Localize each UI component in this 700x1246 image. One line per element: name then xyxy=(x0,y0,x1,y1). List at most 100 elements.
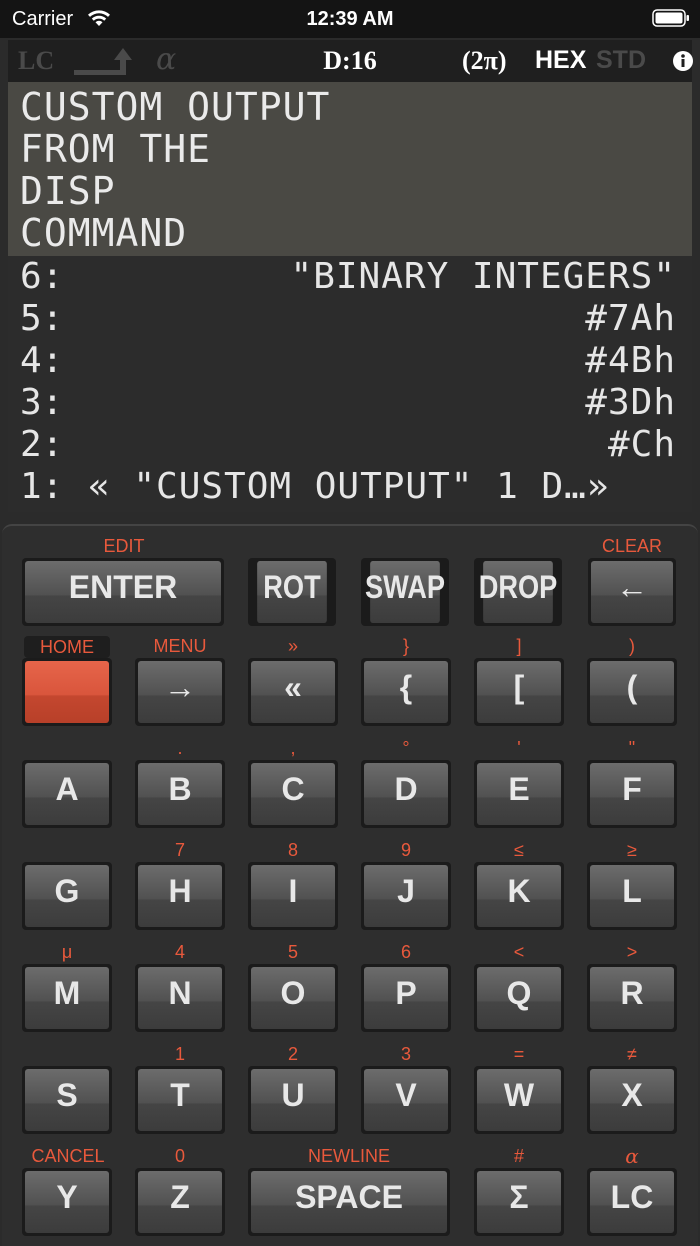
stack-row-4[interactable]: 4: #4Bh xyxy=(8,340,692,382)
shift-label-alpha: α xyxy=(625,1144,639,1168)
stack-row-6[interactable]: 6: "BINARY INTEGERS" xyxy=(8,256,692,298)
shift-label: ) xyxy=(629,636,635,656)
key-n[interactable]: N xyxy=(135,964,225,1032)
brace-key[interactable]: { xyxy=(361,658,451,726)
stack-value: #7Ah xyxy=(585,298,676,339)
key-a[interactable]: A xyxy=(22,760,112,828)
sigma-key[interactable]: Σ xyxy=(474,1168,564,1236)
shift-label-edit: EDIT xyxy=(103,536,145,556)
drop-key-label: DROP xyxy=(479,561,557,623)
key-label: P xyxy=(364,967,448,1029)
space-key[interactable]: SPACE xyxy=(248,1168,450,1236)
battery-icon xyxy=(652,9,689,27)
backspace-icon: ← xyxy=(591,561,673,623)
stack-display[interactable]: 6: "BINARY INTEGERS" 5: #7Ah 4: #4Bh 3: … xyxy=(8,256,692,512)
key-b[interactable]: B xyxy=(135,760,225,828)
key-label: Σ xyxy=(477,1171,561,1233)
shift-label: 9 xyxy=(400,840,411,860)
key-label: D xyxy=(364,763,448,825)
key-j[interactable]: J xyxy=(361,862,451,930)
key-label: X xyxy=(590,1069,674,1131)
bracket-key[interactable]: [ xyxy=(474,658,564,726)
home-shift-key[interactable] xyxy=(22,658,112,726)
key-label: T xyxy=(138,1069,222,1131)
stack-value: #Ch xyxy=(607,424,676,465)
shift-label: ≠ xyxy=(627,1044,637,1064)
key-e[interactable]: E xyxy=(474,760,564,828)
key-o[interactable]: O xyxy=(248,964,338,1032)
key-m[interactable]: M xyxy=(22,964,112,1032)
stack-row-5[interactable]: 5: #7Ah xyxy=(8,298,692,340)
shift-label: " xyxy=(628,738,636,758)
key-c[interactable]: C xyxy=(248,760,338,828)
info-icon[interactable] xyxy=(672,50,694,72)
backspace-key[interactable]: ← xyxy=(588,558,676,626)
paren-key[interactable]: ( xyxy=(587,658,677,726)
stack-row-2[interactable]: 2: #Ch xyxy=(8,424,692,466)
key-label: Q xyxy=(477,967,561,1029)
stack-level: 5: xyxy=(20,298,64,339)
program-open-key[interactable]: « xyxy=(248,658,338,726)
home-shift-key-cap xyxy=(25,661,109,723)
shift-label: 0 xyxy=(174,1146,185,1166)
key-r[interactable]: R xyxy=(587,964,677,1032)
display-mode-indicator: STD xyxy=(596,46,646,74)
shift-label: 1 xyxy=(174,1044,185,1064)
key-z[interactable]: Z xyxy=(135,1168,225,1236)
shift-label: 6 xyxy=(400,942,411,962)
key-y[interactable]: Y xyxy=(22,1168,112,1236)
digits-indicator: D:16 xyxy=(323,46,377,75)
key-label: A xyxy=(25,763,109,825)
key-s[interactable]: S xyxy=(22,1066,112,1134)
key-d[interactable]: D xyxy=(361,760,451,828)
key-t[interactable]: T xyxy=(135,1066,225,1134)
key-g[interactable]: G xyxy=(22,862,112,930)
key-label: E xyxy=(477,763,561,825)
key-label: N xyxy=(138,967,222,1029)
key-h[interactable]: H xyxy=(135,862,225,930)
key-label: [ xyxy=(477,661,561,723)
status-bar: Carrier 12:39 AM xyxy=(0,0,700,38)
key-q[interactable]: Q xyxy=(474,964,564,1032)
stack-row-1[interactable]: 1: « "CUSTOM OUTPUT" 1 D…» xyxy=(8,466,692,508)
message-line: FROM THE xyxy=(20,127,212,171)
key-l[interactable]: L xyxy=(587,862,677,930)
shift-label: » xyxy=(287,636,298,656)
stack-level: 6: xyxy=(20,256,64,297)
lowercase-key[interactable]: LC xyxy=(587,1168,677,1236)
key-k[interactable]: K xyxy=(474,862,564,930)
stack-level: 3: xyxy=(20,382,64,423)
key-w[interactable]: W xyxy=(474,1066,564,1134)
keypad: EDIT ENTER ROT SWAP DROP CLEAR ← HOME ME… xyxy=(2,524,698,1246)
key-u[interactable]: U xyxy=(248,1066,338,1134)
clock: 12:39 AM xyxy=(306,8,394,30)
shift-label-menu: MENU xyxy=(153,636,207,656)
stack-value: #3Dh xyxy=(585,382,676,423)
enter-key[interactable]: ENTER xyxy=(22,558,224,626)
key-x[interactable]: X xyxy=(587,1066,677,1134)
swap-key[interactable]: SWAP xyxy=(361,558,449,626)
key-label: B xyxy=(138,763,222,825)
shift-label: ≥ xyxy=(627,840,637,860)
right-arrow-icon: → xyxy=(138,661,222,723)
stack-row-3[interactable]: 3: #3Dh xyxy=(8,382,692,424)
key-p[interactable]: P xyxy=(361,964,451,1032)
enter-key-label: ENTER xyxy=(25,561,221,623)
right-arrow-key[interactable]: → xyxy=(135,658,225,726)
drop-key[interactable]: DROP xyxy=(474,558,562,626)
shift-label: 8 xyxy=(287,840,298,860)
message-line: DISP xyxy=(20,169,116,213)
key-v[interactable]: V xyxy=(361,1066,451,1134)
key-i[interactable]: I xyxy=(248,862,338,930)
shift-label-clear: CLEAR xyxy=(601,536,663,556)
shift-label: 5 xyxy=(287,942,298,962)
stack-value: #4Bh xyxy=(585,340,676,381)
rot-key[interactable]: ROT xyxy=(248,558,336,626)
key-label: J xyxy=(364,865,448,927)
message-display: CUSTOM OUTPUT FROM THE DISP COMMAND xyxy=(8,82,692,256)
key-label: K xyxy=(477,865,561,927)
key-label: ( xyxy=(590,661,674,723)
key-label: U xyxy=(251,1069,335,1131)
shift-label: , xyxy=(290,738,296,758)
key-f[interactable]: F xyxy=(587,760,677,828)
